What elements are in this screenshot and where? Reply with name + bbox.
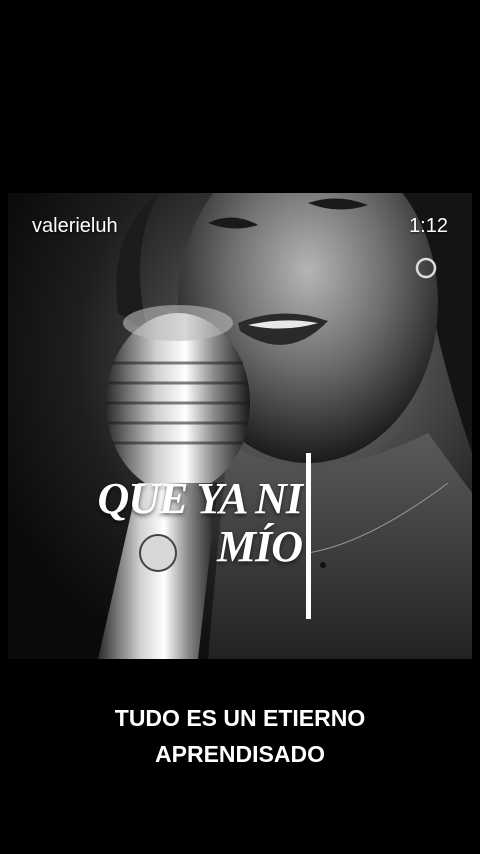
video-still-image — [98, 193, 472, 659]
lyric-divider-bar — [306, 453, 311, 619]
caption-line-2: APRENDISADO — [155, 741, 325, 767]
story-caption: TUDO ES UN ETIERNO APRENDISADO — [0, 700, 480, 772]
caption-line-1: TUDO ES UN ETIERNO — [114, 705, 366, 731]
username-label[interactable]: valerieluh — [32, 215, 118, 238]
video-timestamp: 1:12 — [409, 215, 448, 237]
video-player[interactable]: valerieluh 1:12 QUE YA NI MÍO — [8, 193, 472, 659]
lyric-line-2: MÍO — [216, 522, 303, 571]
story-screen: valerieluh 1:12 QUE YA NI MÍO TUDO ES UN… — [0, 0, 480, 854]
lyric-overlay: QUE YA NI MÍO — [62, 474, 303, 571]
lyric-line-1: QUE YA NI — [97, 474, 303, 523]
